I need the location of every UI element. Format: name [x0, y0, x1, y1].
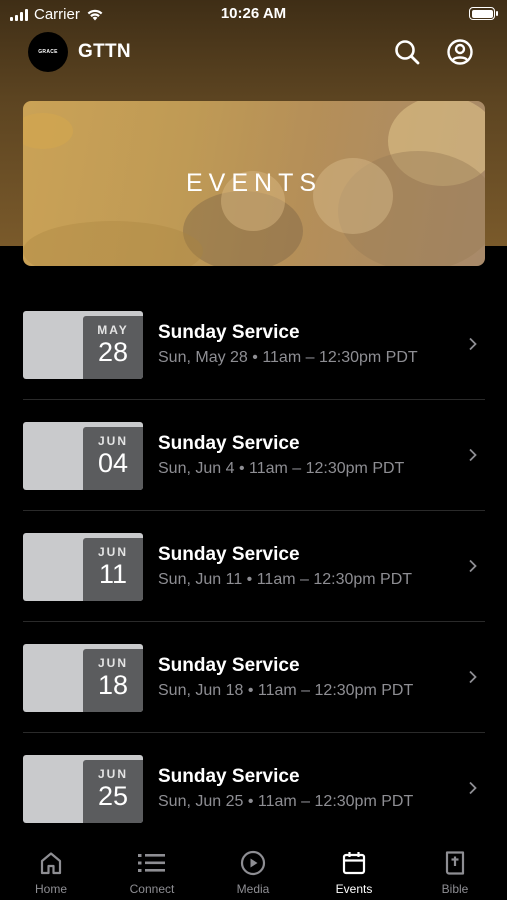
event-day: 11 [98, 559, 128, 589]
date-badge: MAY 28 [23, 311, 143, 379]
date-badge: JUN 18 [23, 644, 143, 712]
event-month: JUN [97, 656, 128, 670]
date-box: MAY 28 [83, 316, 143, 379]
tab-connect[interactable]: Connect [112, 838, 192, 900]
calendar-icon [342, 852, 366, 875]
event-datetime: Sun, Jun 4 • 11am – 12:30pm PDT [158, 460, 405, 477]
event-row[interactable]: JUN 18 Sunday Service Sun, Jun 18 • 11am… [23, 622, 485, 733]
battery-icon [469, 7, 498, 20]
event-day: 18 [97, 670, 129, 700]
app-title: GTTN [78, 41, 131, 62]
events-screen: Carrier 10:26 AM GRACE GTTN EVENTS MAY 2… [0, 0, 507, 900]
tab-label: Bible [441, 882, 469, 896]
event-datetime: Sun, May 28 • 11am – 12:30pm PDT [158, 349, 418, 366]
event-title: Sunday Service [158, 544, 300, 565]
list-icon [138, 854, 165, 872]
date-box: JUN 04 [83, 427, 143, 490]
search-icon[interactable] [393, 38, 421, 66]
event-datetime: Sun, Jun 25 • 11am – 12:30pm PDT [158, 793, 414, 810]
tab-label: Media [236, 882, 270, 896]
event-title: Sunday Service [158, 322, 300, 343]
event-row[interactable]: JUN 25 Sunday Service Sun, Jun 25 • 11am… [23, 733, 485, 844]
event-title: Sunday Service [158, 433, 300, 454]
event-month: JUN [97, 434, 128, 448]
church-logo[interactable]: GRACE [28, 32, 68, 72]
date-box: JUN 18 [83, 649, 143, 712]
tab-label: Events [335, 882, 373, 896]
event-title: Sunday Service [158, 766, 300, 787]
date-badge: JUN 25 [23, 755, 143, 823]
chevron-right-icon [469, 781, 477, 795]
event-day: 25 [97, 781, 129, 811]
chevron-right-icon [469, 559, 477, 573]
event-row[interactable]: JUN 11 Sunday Service Sun, Jun 11 • 11am… [23, 511, 485, 622]
event-month: JUN [97, 767, 128, 781]
app-bar: GRACE GTTN [0, 30, 507, 76]
chevron-right-icon [469, 448, 477, 462]
event-day: 28 [97, 337, 129, 367]
tab-media[interactable]: Media [213, 838, 293, 900]
event-month: MAY [97, 323, 129, 337]
date-box: JUN 25 [83, 760, 143, 823]
event-row[interactable]: JUN 04 Sunday Service Sun, Jun 4 • 11am … [23, 400, 485, 511]
banner-title: EVENTS [185, 169, 323, 197]
date-badge: JUN 11 [23, 533, 143, 601]
home-icon [40, 852, 62, 875]
event-title: Sunday Service [158, 655, 300, 676]
event-day: 04 [97, 448, 129, 478]
tab-label: Home [34, 882, 67, 896]
tab-events[interactable]: Events [314, 838, 394, 900]
status-time: 10:26 AM [220, 5, 287, 22]
chevron-right-icon [469, 337, 477, 351]
event-row[interactable]: MAY 28 Sunday Service Sun, May 28 • 11am… [23, 289, 485, 400]
date-box: JUN 11 [83, 538, 143, 601]
chevron-right-icon [469, 670, 477, 684]
status-bar: Carrier 10:26 AM [0, 0, 507, 28]
event-datetime: Sun, Jun 11 • 11am – 12:30pm PDT [158, 571, 413, 588]
events-banner: EVENTS [23, 101, 485, 266]
account-icon[interactable] [446, 38, 474, 66]
event-list: MAY 28 Sunday Service Sun, May 28 • 11am… [23, 289, 485, 844]
event-month: JUN [97, 545, 128, 559]
play-circle-icon [240, 850, 266, 876]
tab-home[interactable]: Home [11, 838, 91, 900]
tab-bible[interactable]: Bible [415, 838, 495, 900]
event-datetime: Sun, Jun 18 • 11am – 12:30pm PDT [158, 682, 414, 699]
bible-icon [445, 851, 465, 875]
tab-label: Connect [129, 882, 175, 896]
tab-bar: Home Connect Media Events Bible [0, 838, 507, 900]
date-badge: JUN 04 [23, 422, 143, 490]
